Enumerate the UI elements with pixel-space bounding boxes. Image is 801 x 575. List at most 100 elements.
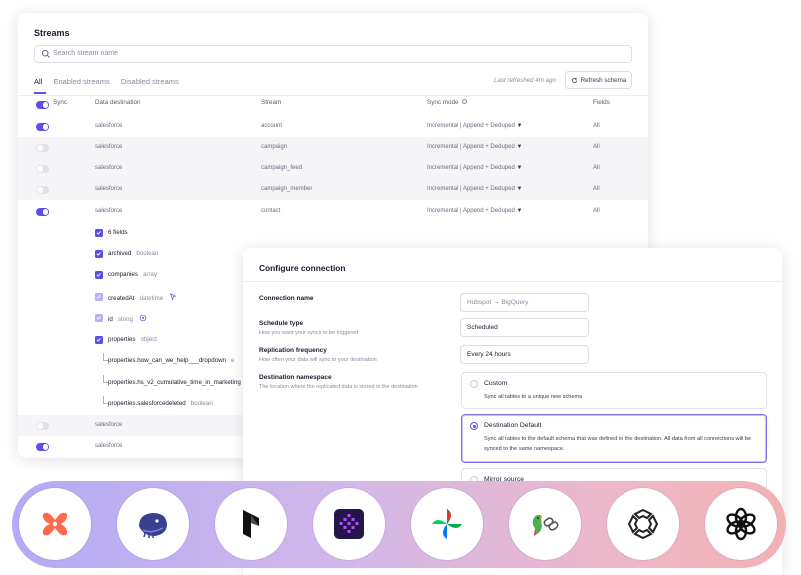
destination-namespace-label: Destination namespace <box>259 374 332 381</box>
header-fields: Fields <box>593 99 610 106</box>
header-data-destination: Data destination <box>95 99 141 106</box>
replication-frequency-label: Replication frequency <box>259 347 327 354</box>
sync-mode-select[interactable]: Incremental | Append + Deduped ▼ <box>427 208 522 214</box>
stream-cell: campaign_feed <box>261 165 303 171</box>
replication-frequency-sub: How often your data will sync to your de… <box>259 357 377 363</box>
field-label: archived boolean <box>108 250 159 257</box>
search-placeholder: Search stream name <box>53 49 118 57</box>
sync-mode-select[interactable]: Incremental | Append + Deduped ▼ <box>427 123 522 129</box>
caret-down-icon: ▼ <box>516 208 523 214</box>
kestra-logo <box>313 488 385 560</box>
sync-toggle[interactable] <box>36 123 49 131</box>
schedule-type-sub: How you want your syncs to be triggered <box>259 330 359 336</box>
fields-cell: All <box>593 165 600 171</box>
field-label: id string <box>108 314 147 323</box>
dagster-logo <box>607 488 679 560</box>
destination-cell: salesforce <box>95 144 123 150</box>
stream-cell: contact <box>261 208 281 214</box>
header-stream: Stream <box>261 99 282 106</box>
airflow-pinwheel-icon <box>432 508 462 539</box>
destination-namespace-sub: The location where the replicated data i… <box>259 384 418 390</box>
dbt-icon <box>42 512 68 536</box>
checkbox[interactable] <box>95 336 103 344</box>
openai-logo <box>705 488 777 560</box>
field-label: properties object <box>108 336 158 343</box>
table-row[interactable]: salesforce campaign Incremental | Append… <box>18 137 648 158</box>
streams-title: Streams <box>34 28 70 38</box>
option-title: Custom <box>484 380 508 387</box>
destination-cell: salesforce <box>95 123 123 129</box>
active-tab-indicator <box>34 92 46 94</box>
info-icon <box>462 99 468 104</box>
checkbox[interactable] <box>95 250 103 258</box>
prefect-icon <box>243 510 259 538</box>
table-row[interactable]: salesforce campaign_member Incremental |… <box>18 179 648 200</box>
fields-cell: All <box>593 144 600 150</box>
refresh-schema-label: Refresh schema <box>580 76 627 84</box>
field-label: companies array <box>108 271 158 278</box>
refresh-schema-button[interactable]: Refresh schema <box>565 71 632 89</box>
sync-toggle[interactable] <box>36 422 49 430</box>
destination-cell: salesforce <box>95 186 123 192</box>
langchain-logo <box>509 488 581 560</box>
tab-disabled-streams[interactable]: Disabled streams <box>121 77 179 86</box>
destination-cell: salesforce <box>95 208 123 214</box>
sync-mode-select[interactable]: Incremental | Append + Deduped ▼ <box>427 186 522 192</box>
search-input[interactable]: Search stream name <box>34 45 632 63</box>
field-label: createdAt datetime <box>108 293 177 302</box>
caret-down-icon: ▼ <box>516 123 523 129</box>
fields-cell: All <box>593 208 600 214</box>
kestra-icon <box>334 509 364 539</box>
stream-tabs: All Enabled streams Disabled streams <box>34 77 188 86</box>
header-sync: Sync <box>53 99 67 106</box>
sync-toggle[interactable] <box>36 208 49 216</box>
tab-all[interactable]: All <box>34 77 42 86</box>
config-title: Configure connection <box>259 263 346 273</box>
subfield-label: properties.hs_v2_cumulative_time_in_mark… <box>108 379 241 386</box>
connection-name-label: Connection name <box>259 295 314 302</box>
field-count-label: 6 fields <box>108 229 128 236</box>
checkbox[interactable] <box>95 229 103 237</box>
mage-whale-icon <box>139 513 167 538</box>
option-description: Sync all tables to the default schema th… <box>484 436 752 452</box>
divider <box>18 95 648 96</box>
checkbox[interactable] <box>95 314 103 322</box>
schedule-type-select[interactable]: Scheduled <box>460 318 589 337</box>
langchain-parrot-icon <box>532 514 559 536</box>
table-row[interactable]: salesforce contact Incremental | Append … <box>18 201 648 222</box>
schedule-type-label: Schedule type <box>259 320 304 327</box>
fields-cell: All <box>593 123 600 129</box>
table-row[interactable]: salesforce account Incremental | Append … <box>18 116 648 137</box>
tab-enabled-streams[interactable]: Enabled streams <box>53 77 109 86</box>
replication-frequency-select[interactable]: Every 24 hours <box>460 345 589 364</box>
radio-button[interactable] <box>470 422 478 430</box>
connection-name-input[interactable]: Hubspot → BigQuery <box>460 293 589 312</box>
sync-all-toggle[interactable] <box>36 101 49 109</box>
subfield-label: properties.how_can_we_help___dropdown e <box>108 357 235 364</box>
integration-logos-strip <box>12 481 786 568</box>
radio-button[interactable] <box>470 380 478 388</box>
sync-mode-select[interactable]: Incremental | Append + Deduped ▼ <box>427 144 522 150</box>
caret-down-icon: ▼ <box>516 165 523 171</box>
checkbox[interactable] <box>95 271 103 279</box>
option-description: Sync all tables to a unique new schema <box>484 394 583 400</box>
header-sync-mode: Sync mode <box>427 99 468 106</box>
sync-toggle[interactable] <box>36 186 49 194</box>
search-icon <box>41 49 50 58</box>
sync-toggle[interactable] <box>36 144 49 152</box>
openai-icon <box>726 507 756 541</box>
destination-cell: salesforce <box>95 422 123 428</box>
destination-cell: salesforce <box>95 165 123 171</box>
sync-toggle[interactable] <box>36 165 49 173</box>
table-row[interactable]: salesforce campaign_feed Incremental | A… <box>18 158 648 179</box>
namespace-option-custom[interactable]: Custom Sync all tables to a unique new s… <box>461 372 767 409</box>
primary-key-icon <box>139 314 146 322</box>
checkbox[interactable] <box>95 293 103 301</box>
option-title: Destination Default <box>484 422 542 429</box>
stream-cell: campaign <box>261 144 288 150</box>
subfield-label: properties.salesforcedeleted boolean <box>108 400 213 407</box>
caret-down-icon: ▼ <box>516 186 523 192</box>
namespace-option-destination-default[interactable]: Destination Default Sync all tables to t… <box>461 414 767 463</box>
sync-mode-select[interactable]: Incremental | Append + Deduped ▼ <box>427 165 522 171</box>
sync-toggle[interactable] <box>36 443 49 451</box>
